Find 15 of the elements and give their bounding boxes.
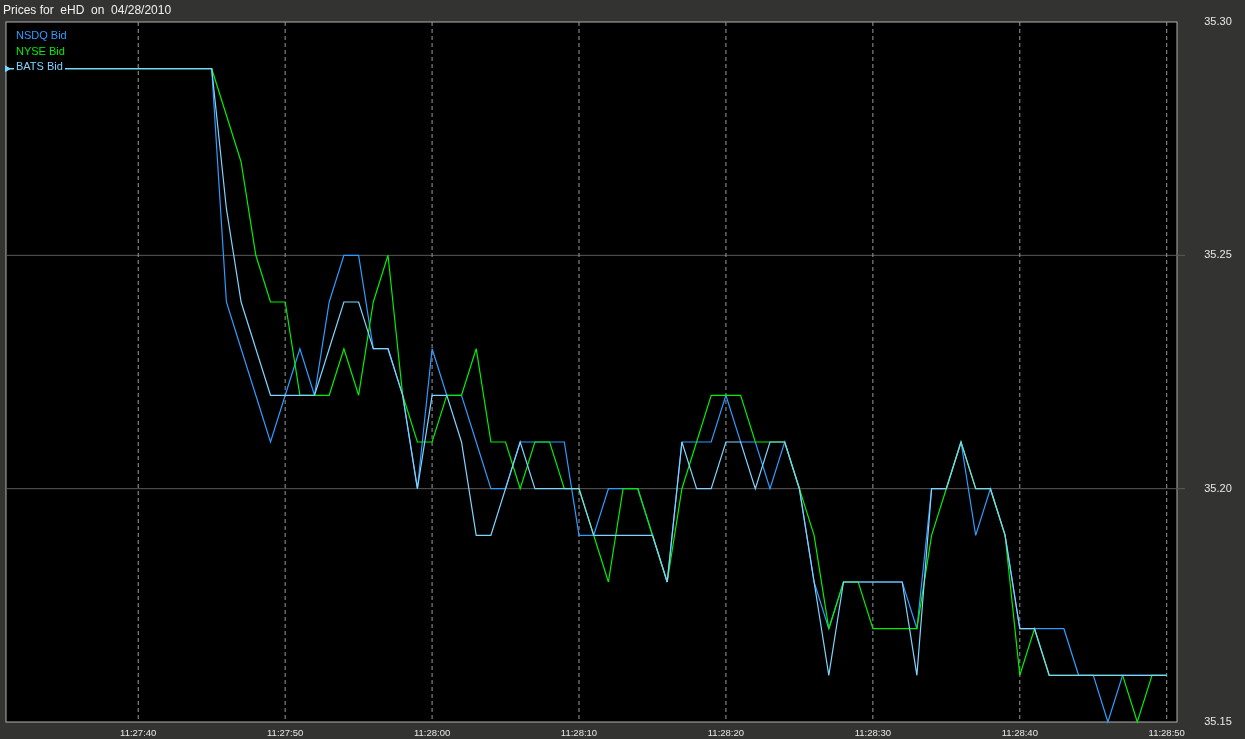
x-tick-label: 11:27:40 <box>120 726 157 738</box>
x-tick-label: 11:28:30 <box>854 726 891 738</box>
x-tick-label: 11:27:50 <box>267 726 304 738</box>
legend-label: NSDQ Bid <box>14 29 69 43</box>
y-tick-label: 35.25 <box>1204 248 1232 261</box>
y-tick-label: 35.30 <box>1204 14 1232 27</box>
x-tick-label: 11:28:10 <box>560 726 598 738</box>
cursor-marker-icon <box>5 65 11 73</box>
x-tick-label: 11:28:00 <box>413 726 451 738</box>
y-tick-label: 35.15 <box>1204 714 1232 727</box>
window-title: Prices for eHD on 04/28/2010 <box>3 3 172 17</box>
x-tick-label: 11:28:50 <box>1148 726 1185 738</box>
x-tick-label: 11:28:20 <box>707 726 745 738</box>
x-tick-label: 11:28:40 <box>1001 726 1038 738</box>
y-tick-label: 35.20 <box>1204 481 1232 494</box>
